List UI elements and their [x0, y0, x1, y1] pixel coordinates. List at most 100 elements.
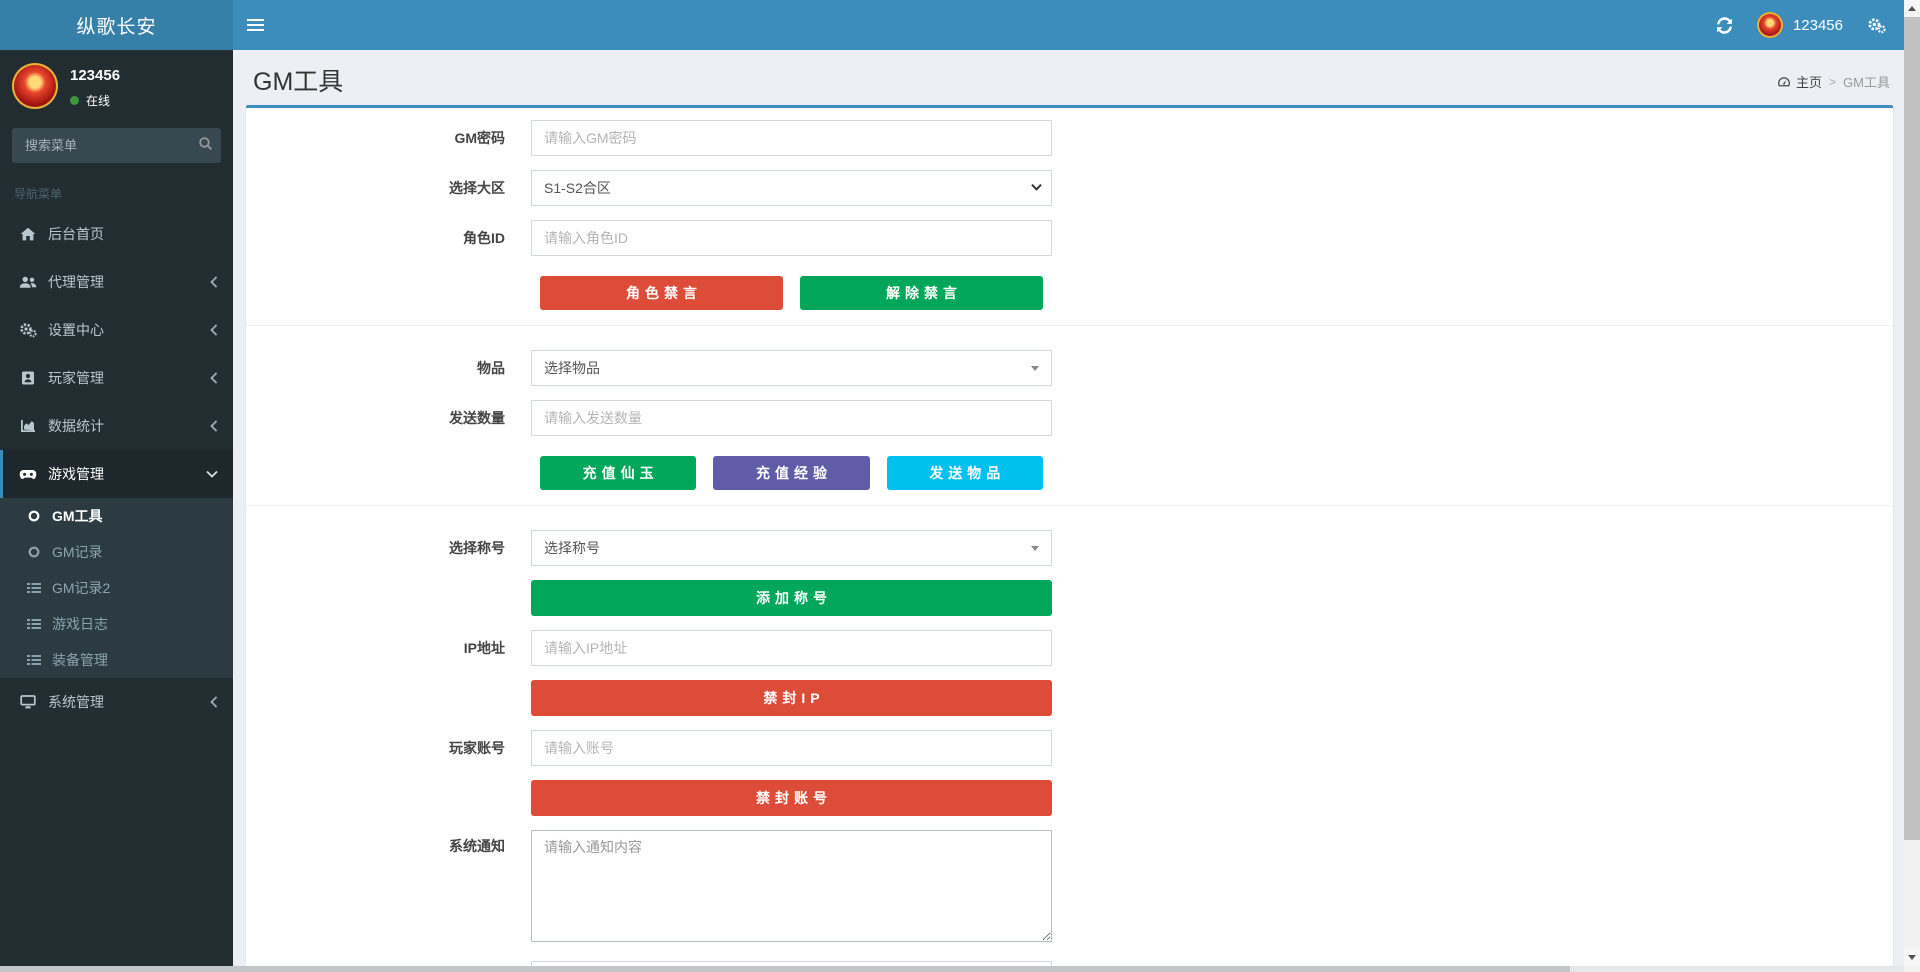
- sidebar: 纵歌长安 123456 在线 导航菜单 后台首页 代理管理: [0, 0, 233, 966]
- gears-icon: [18, 322, 38, 338]
- caret-down-icon: [1031, 366, 1039, 371]
- sidebar-item-label: 游戏管理: [48, 466, 104, 482]
- chevron-left-icon: [210, 276, 218, 288]
- breadcrumb: 主页 > GM工具: [1777, 72, 1890, 91]
- vertical-scrollbar-thumb[interactable]: [1904, 17, 1920, 840]
- horizontal-scrollbar-thumb[interactable]: [0, 966, 1570, 972]
- navbar-username: 123456: [1792, 16, 1843, 34]
- item-select[interactable]: 选择物品: [531, 350, 1052, 386]
- submenu-item-gm-log2[interactable]: GM记录2: [0, 570, 233, 606]
- submenu-item-equipment[interactable]: 装备管理: [0, 642, 233, 678]
- chevron-down-icon: [206, 470, 218, 478]
- sidebar-item-label: 代理管理: [48, 274, 104, 290]
- sidebar-item-label: 玩家管理: [48, 370, 104, 386]
- content-area: GM工具 主页 > GM工具 GM密码 选择大区 S1-S2合区: [233, 50, 1904, 966]
- player-card-icon: [18, 371, 38, 385]
- users-icon: [18, 276, 38, 289]
- title-select[interactable]: 选择称号: [531, 530, 1052, 566]
- brand-logo[interactable]: 纵歌长安: [0, 0, 233, 50]
- scroll-up-arrow[interactable]: [1904, 0, 1920, 17]
- circle-icon: [26, 546, 42, 558]
- submenu-item-label: GM记录: [52, 544, 103, 560]
- recharge-jade-button[interactable]: 充值仙玉: [540, 456, 697, 490]
- user-menu[interactable]: 123456: [1756, 12, 1843, 38]
- chevron-left-icon: [210, 696, 218, 708]
- account-label: 玩家账号: [449, 740, 505, 756]
- scrollbar-corner: [1904, 966, 1920, 972]
- gm-tools-panel: GM密码 选择大区 S1-S2合区 角色ID 角色: [246, 105, 1893, 966]
- title-select-value: 选择称号: [544, 540, 600, 556]
- notice-textarea[interactable]: [531, 830, 1052, 942]
- ip-input[interactable]: [531, 630, 1052, 666]
- sidebar-item-system[interactable]: 系统管理: [0, 678, 233, 726]
- caret-down-icon: [1031, 546, 1039, 551]
- sidebar-item-label: 系统管理: [48, 694, 104, 710]
- mute-role-button[interactable]: 角色禁言: [540, 276, 783, 310]
- gm-password-label: GM密码: [454, 130, 505, 146]
- sidebar-toggle-icon[interactable]: [233, 0, 277, 50]
- breadcrumb-home-link[interactable]: 主页: [1777, 72, 1822, 91]
- breadcrumb-separator: >: [1829, 74, 1837, 89]
- unmute-role-button[interactable]: 解除禁言: [800, 276, 1043, 310]
- horizontal-scrollbar[interactable]: [0, 966, 1904, 972]
- item-select-label: 物品: [477, 360, 505, 376]
- menu-search-input[interactable]: [12, 128, 221, 163]
- home-icon: [18, 227, 38, 241]
- send-count-label: 发送数量: [449, 410, 505, 426]
- submenu-item-game-log[interactable]: 游戏日志: [0, 606, 233, 642]
- caret-down-icon: [1031, 183, 1042, 191]
- circle-icon: [26, 510, 42, 522]
- zone-select-label: 选择大区: [449, 180, 505, 196]
- submenu-item-gm-tools[interactable]: GM工具: [0, 498, 233, 534]
- search-icon[interactable]: [198, 136, 213, 151]
- send-item-button[interactable]: 发送物品: [886, 456, 1043, 490]
- sidebar-item-agents[interactable]: 代理管理: [0, 258, 233, 306]
- game-submenu-wrap: GM工具 GM记录 GM记录2 游戏日志 装备管理: [0, 498, 233, 678]
- role-id-input[interactable]: [531, 220, 1052, 256]
- submenu-item-label: 装备管理: [52, 652, 108, 668]
- sidebar-item-settings[interactable]: 设置中心: [0, 306, 233, 354]
- sidebar-item-statistics[interactable]: 数据统计: [0, 402, 233, 450]
- nav-section-label: 导航菜单: [14, 187, 63, 201]
- page-title: GM工具: [253, 68, 344, 96]
- send-count-input[interactable]: [531, 400, 1052, 436]
- chevron-left-icon: [210, 324, 218, 336]
- sidebar-item-game-management[interactable]: 游戏管理: [0, 450, 233, 498]
- sidebar-item-players[interactable]: 玩家管理: [0, 354, 233, 402]
- top-navbar: 123456: [233, 0, 1904, 50]
- notice-label: 系统通知: [449, 838, 505, 854]
- chevron-left-icon: [210, 420, 218, 432]
- gm-password-input[interactable]: [531, 120, 1052, 156]
- submenu-item-label: GM工具: [52, 508, 103, 524]
- gears-icon[interactable]: [1867, 17, 1886, 34]
- user-panel: 123456 在线: [0, 50, 233, 122]
- item-select-value: 选择物品: [544, 360, 600, 376]
- sidebar-search: [12, 128, 221, 163]
- zone-select[interactable]: S1-S2合区: [531, 170, 1052, 206]
- zone-select-value: S1-S2合区: [544, 180, 611, 196]
- section-divider: [246, 505, 1893, 506]
- avatar: [12, 63, 58, 109]
- sidebar-item-dashboard[interactable]: 后台首页: [0, 210, 233, 258]
- ban-account-button[interactable]: 禁封账号: [531, 780, 1052, 816]
- desktop-icon: [18, 695, 38, 709]
- breadcrumb-home-label: 主页: [1796, 75, 1823, 90]
- recharge-exp-button[interactable]: 充值经验: [713, 456, 870, 490]
- breadcrumb-current: GM工具: [1843, 75, 1890, 90]
- list-icon: [26, 582, 42, 594]
- refresh-icon[interactable]: [1716, 16, 1733, 34]
- game-submenu: GM工具 GM记录 GM记录2 游戏日志 装备管理: [0, 498, 233, 678]
- ban-ip-button[interactable]: 禁封IP: [531, 680, 1052, 716]
- chart-icon: [18, 419, 38, 433]
- main-nav: 后台首页 代理管理 设置中心 玩家管理 数据统计 游戏管理 GM工具 GM记录 …: [0, 210, 233, 726]
- online-status-label: 在线: [86, 94, 111, 108]
- scroll-down-arrow[interactable]: [1904, 949, 1920, 966]
- submenu-item-gm-log[interactable]: GM记录: [0, 534, 233, 570]
- ip-label: IP地址: [463, 640, 505, 656]
- account-input[interactable]: [531, 730, 1052, 766]
- title-select-label: 选择称号: [449, 540, 505, 556]
- vertical-scrollbar[interactable]: [1904, 0, 1920, 966]
- sidebar-item-label: 后台首页: [48, 226, 104, 242]
- gamepad-icon: [18, 469, 38, 480]
- add-title-button[interactable]: 添加称号: [531, 580, 1052, 616]
